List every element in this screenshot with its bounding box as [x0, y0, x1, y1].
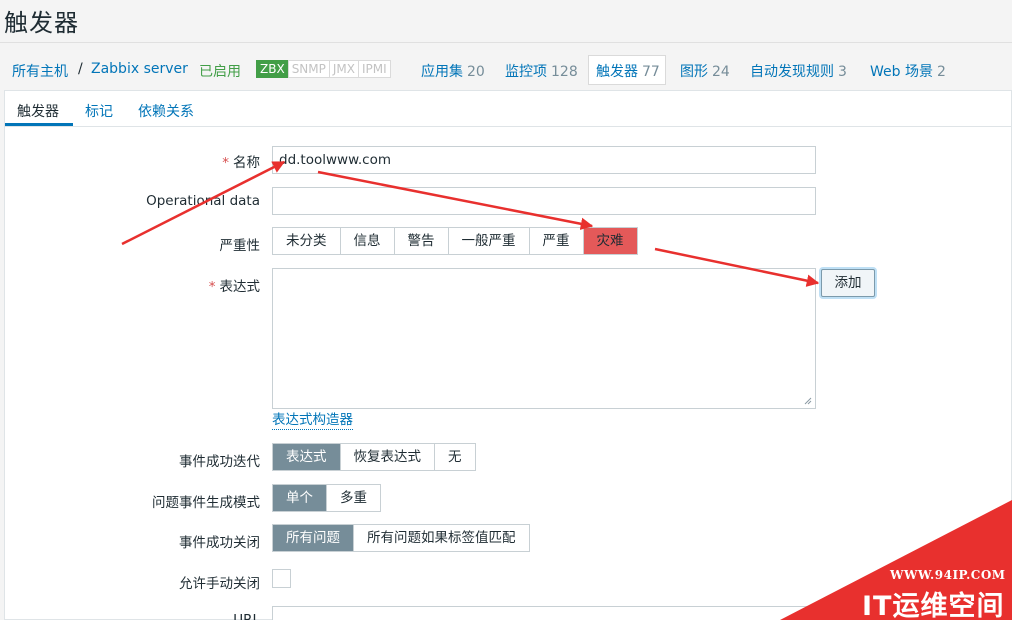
nav-web-scenarios[interactable]: Web 场景 2 — [870, 61, 946, 81]
nav-discovery-rules[interactable]: 自动发现规则 3 — [750, 61, 847, 81]
tab-trigger[interactable]: 触发器 — [17, 101, 59, 121]
required-marker: * — [222, 155, 229, 171]
nav-discovery-label: 自动发现规则 — [750, 64, 834, 80]
ok-close-tag-match[interactable]: 所有问题如果标签值匹配 — [353, 525, 529, 551]
problem-mode-label: 问题事件生成模式 — [152, 495, 260, 511]
resize-handle-icon[interactable] — [804, 397, 812, 405]
severity-information[interactable]: 信息 — [339, 228, 394, 254]
severity-not-classified[interactable]: 未分类 — [273, 228, 340, 254]
zbx-badge: ZBX — [256, 60, 289, 78]
nav-applications[interactable]: 应用集 20 — [421, 61, 485, 81]
manual-close-checkbox[interactable] — [272, 569, 291, 588]
expression-textarea[interactable] — [272, 268, 816, 409]
url-label: URL — [233, 612, 260, 620]
nav-discovery-count: 3 — [838, 64, 847, 80]
severity-selector: 未分类 信息 警告 一般严重 严重 灾难 — [272, 227, 638, 255]
ok-close-all[interactable]: 所有问题 — [273, 525, 353, 551]
nav-triggers-count: 77 — [642, 64, 660, 80]
severity-label: 严重性 — [219, 238, 261, 254]
form-tabs: 触发器 标记 依赖关系 — [5, 91, 1012, 127]
expression-label-text: 表达式 — [219, 279, 261, 295]
nav-graphs-count: 24 — [712, 64, 730, 80]
ipmi-badge: IPMI — [358, 60, 391, 78]
opdata-input[interactable] — [272, 187, 816, 215]
watermark-url: WWW.94IP.COM — [890, 568, 1006, 582]
host-link[interactable]: Zabbix server — [91, 61, 188, 77]
active-tab-indicator — [5, 123, 73, 126]
availability-badges: ZBX SNMP JMX IPMI — [256, 60, 391, 78]
opdata-label: Operational data — [146, 193, 260, 209]
nav-triggers-label: 触发器 — [596, 64, 638, 80]
severity-average[interactable]: 一般严重 — [447, 228, 529, 254]
nav-web-count: 2 — [936, 64, 946, 80]
breadcrumb-separator: / — [78, 61, 83, 77]
nav-items[interactable]: 监控项 128 — [505, 61, 578, 81]
problem-mode-multiple[interactable]: 多重 — [326, 485, 380, 511]
url-input[interactable] — [272, 606, 816, 620]
ok-event-recovery[interactable]: 恢复表达式 — [339, 444, 435, 470]
severity-warning[interactable]: 警告 — [393, 228, 448, 254]
manual-close-label: 允许手动关闭 — [179, 576, 260, 592]
page-title: 触发器 — [4, 9, 79, 37]
all-hosts-link[interactable]: 所有主机 — [12, 61, 68, 81]
host-status-enabled[interactable]: 已启用 — [199, 61, 241, 81]
host-navigation: 所有主机 / Zabbix server 已启用 ZBX SNMP JMX IP… — [0, 42, 1012, 90]
nav-graphs-label: 图形 — [680, 64, 708, 80]
ok-event-selector: 表达式 恢复表达式 无 — [272, 443, 476, 471]
ok-event-label: 事件成功迭代 — [179, 454, 260, 470]
expression-builder-link[interactable]: 表达式构造器 — [272, 412, 353, 430]
trigger-form: 触发器 标记 依赖关系 * 名称 dd.toolwww.com Operation… — [4, 90, 1012, 620]
snmp-badge: SNMP — [287, 60, 330, 78]
severity-high[interactable]: 严重 — [528, 228, 583, 254]
jmx-badge: JMX — [328, 60, 359, 78]
ok-close-label: 事件成功关闭 — [179, 535, 260, 551]
problem-mode-single[interactable]: 单个 — [273, 485, 326, 511]
nav-triggers[interactable]: 触发器 77 — [596, 61, 660, 81]
required-marker: * — [208, 279, 216, 295]
watermark-brand: IT运维空间 — [862, 591, 1005, 620]
severity-disaster[interactable]: 灾难 — [582, 228, 637, 254]
name-label: * 名称 — [145, 151, 260, 171]
ok-event-expression[interactable]: 表达式 — [273, 444, 340, 470]
expression-label: * 表达式 — [145, 275, 260, 295]
nav-items-count: 128 — [551, 64, 578, 80]
name-input[interactable]: dd.toolwww.com — [272, 146, 816, 174]
ok-event-none[interactable]: 无 — [434, 444, 475, 470]
nav-web-label: Web 场景 — [870, 64, 933, 80]
tab-tags[interactable]: 标记 — [85, 101, 113, 121]
problem-mode-selector: 单个 多重 — [272, 484, 381, 512]
nav-applications-label: 应用集 — [421, 64, 463, 80]
add-expression-button[interactable]: 添加 — [821, 269, 875, 297]
tab-dependencies[interactable]: 依赖关系 — [138, 101, 194, 121]
ok-close-selector: 所有问题 所有问题如果标签值匹配 — [272, 524, 530, 552]
name-label-text: 名称 — [233, 155, 260, 171]
nav-applications-count: 20 — [467, 64, 485, 80]
nav-graphs[interactable]: 图形 24 — [680, 61, 730, 81]
nav-items-label: 监控项 — [505, 64, 547, 80]
